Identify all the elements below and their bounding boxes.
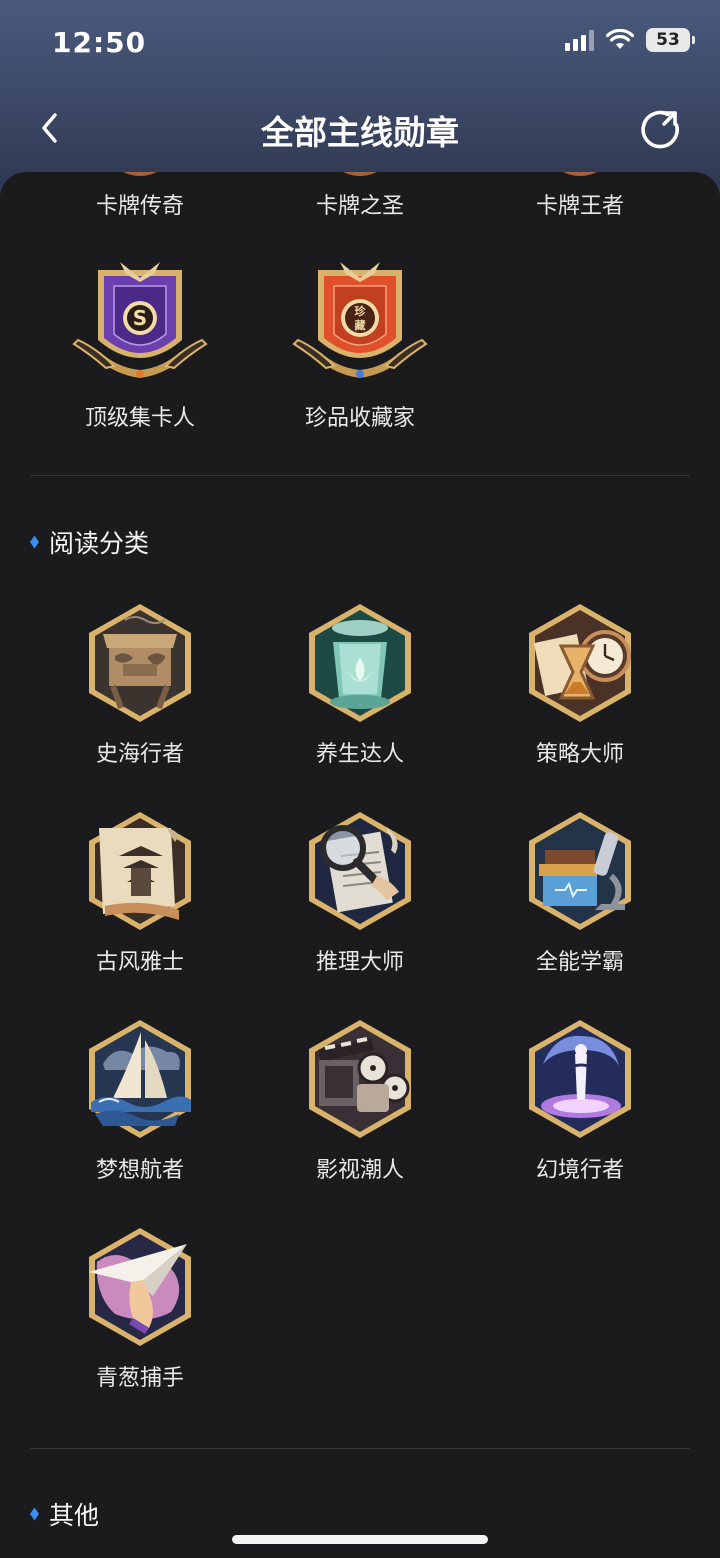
status-bar: 12:50 53 — [0, 0, 720, 88]
navigation-bar: 全部主线勋章 — [0, 92, 720, 164]
medal-item[interactable]: 史海行者 — [30, 598, 250, 768]
medal-label: 幻境行者 — [535, 1158, 624, 1183]
section-title-reading: 阅读分类 — [30, 524, 149, 560]
medal-label: 养生达人 — [315, 742, 404, 767]
reading-medal-row: 梦想航者 影视潮人 幻境行者 — [30, 1014, 690, 1184]
medal-label: 古风雅士 — [95, 950, 184, 975]
pagoda-scroll-icon — [89, 812, 191, 930]
medal-item[interactable]: 推理大师 — [250, 806, 470, 976]
section-divider — [30, 1448, 690, 1449]
medal-label: 卡牌王者 — [535, 194, 624, 219]
page-title: 全部主线勋章 — [261, 113, 459, 152]
paper-plane-hand-icon — [89, 1228, 191, 1346]
svg-text:藏: 藏 — [355, 318, 366, 332]
medal-label: 推理大师 — [315, 950, 404, 975]
medal-label: 全能学霸 — [535, 950, 624, 975]
film-projector-icon — [309, 1020, 411, 1138]
cellular-signal-icon — [565, 29, 594, 51]
refresh-button[interactable] — [638, 108, 682, 152]
lotus-tea-icon — [309, 604, 411, 722]
diamond-bullet-icon — [30, 1507, 39, 1521]
medal-item[interactable]: 养生达人 — [250, 598, 470, 768]
medal-label: 梦想航者 — [95, 1158, 184, 1183]
hourglass-clock-icon — [529, 604, 631, 722]
medal-label: 珍品收藏家 — [304, 406, 415, 431]
medal-item[interactable]: S 顶级集卡人 — [30, 252, 250, 432]
diamond-bullet-icon — [30, 535, 39, 549]
medal-item[interactable]: 卡牌王者 — [470, 172, 690, 220]
collector-medal-icon: S — [72, 262, 208, 378]
card-medal-row: S 顶级集卡人 珍 藏 珍品收藏家 — [30, 252, 690, 432]
medal-item[interactable]: 幻境行者 — [470, 1014, 690, 1184]
reading-medal-row: 青葱捕手 — [30, 1222, 690, 1392]
refresh-icon — [641, 110, 679, 149]
medal-label: 顶级集卡人 — [84, 406, 195, 431]
section-divider — [30, 475, 690, 476]
medal-item[interactable]: 卡牌之圣 — [250, 172, 470, 220]
medal-item[interactable]: 策略大师 — [470, 598, 690, 768]
wifi-icon — [606, 29, 634, 49]
microscope-books-icon — [529, 812, 631, 930]
bronze-cauldron-icon — [89, 604, 191, 722]
status-time: 12:50 — [52, 26, 147, 59]
medal-badge-text: S — [133, 306, 147, 330]
sailboat-waves-icon — [89, 1020, 191, 1138]
status-icons: 53 — [565, 28, 695, 52]
svg-text:珍: 珍 — [355, 304, 367, 318]
medal-label: 影视潮人 — [315, 1158, 404, 1183]
medal-item[interactable]: 影视潮人 — [250, 1014, 470, 1184]
magnifier-icon — [309, 812, 411, 930]
card-saint-medal-icon — [343, 172, 377, 176]
medal-label: 青葱捕手 — [95, 1366, 184, 1391]
home-indicator[interactable] — [232, 1535, 488, 1544]
medal-label: 卡牌之圣 — [315, 194, 404, 219]
section-title-other: 其他 — [30, 1496, 99, 1532]
medal-item[interactable]: 梦想航者 — [30, 1014, 250, 1184]
section-title-text: 阅读分类 — [49, 529, 150, 558]
medal-label: 策略大师 — [535, 742, 624, 767]
portal-figure-icon — [529, 1020, 631, 1138]
medal-item[interactable]: 古风雅士 — [30, 806, 250, 976]
battery-indicator: 53 — [646, 28, 695, 52]
medal-item[interactable]: 卡牌传奇 — [30, 172, 250, 220]
medal-label: 卡牌传奇 — [95, 194, 184, 219]
card-legend-medal-icon — [123, 172, 157, 176]
treasure-collector-medal-icon: 珍 藏 — [292, 262, 428, 378]
medal-label: 史海行者 — [95, 742, 184, 767]
card-king-medal-icon — [563, 172, 597, 176]
medal-item[interactable]: 青葱捕手 — [30, 1222, 250, 1392]
medal-list-sheet[interactable]: 卡牌传奇 卡牌之圣 卡牌王者 S 顶级集卡人 珍 藏 珍品收藏家 阅读分类 史海… — [0, 172, 720, 1558]
medal-item[interactable]: 全能学霸 — [470, 806, 690, 976]
reading-medal-row: 古风雅士 推理大师 全能学霸 — [30, 806, 690, 976]
section-title-text: 其他 — [49, 1501, 100, 1530]
reading-medal-row: 史海行者 养生达人 策略大师 — [30, 598, 690, 768]
card-medal-row-clipped: 卡牌传奇 卡牌之圣 卡牌王者 — [30, 172, 690, 220]
medal-item[interactable]: 珍 藏 珍品收藏家 — [250, 252, 470, 432]
